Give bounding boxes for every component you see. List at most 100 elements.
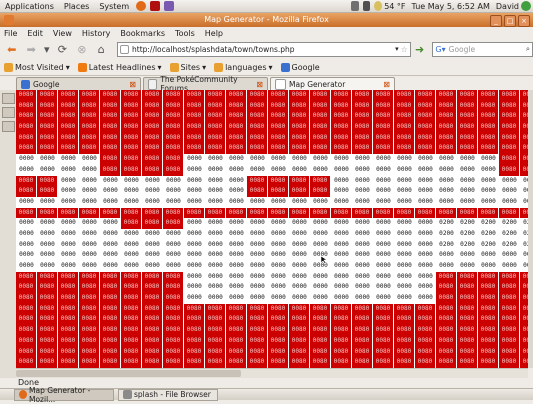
close-tab-icon[interactable]: ⊠ [256, 80, 263, 89]
map-cell: 0000 [352, 293, 373, 304]
window-menu-icon[interactable] [4, 15, 14, 25]
map-cell: 0080 [373, 90, 394, 101]
reload-icon[interactable]: ⟳ [55, 41, 70, 57]
panel-clock[interactable]: Tue May 5, 6:52 AM [412, 2, 490, 11]
map-cell: 0000 [352, 154, 373, 165]
menu-tools[interactable]: Tools [175, 29, 195, 38]
forward-arrow-icon[interactable]: ➡ [23, 41, 38, 57]
search-input[interactable]: G▾ Google ⌕ [432, 41, 533, 57]
map-cell: 0000 [520, 186, 528, 197]
map-cell: 0080 [520, 111, 528, 123]
tab-google[interactable]: Google ⊠ [16, 77, 141, 90]
volume-icon[interactable] [363, 1, 371, 11]
menu-edit[interactable]: Edit [27, 29, 43, 38]
map-cell: 0080 [499, 314, 520, 326]
map-cell: 0000 [163, 196, 184, 208]
top-panel: Applications Places System 54 °F Tue May… [0, 0, 533, 13]
go-arrow-icon[interactable]: ➜ [415, 41, 425, 57]
weather-temperature[interactable]: 54 °F [384, 2, 405, 11]
map-cell: 0080 [310, 314, 331, 326]
map-cell: 0080 [415, 314, 436, 326]
search-icon[interactable]: ⌕ [526, 44, 532, 54]
bookmark-latest-headlines[interactable]: Latest Headlines ▾ [77, 62, 162, 72]
close-window-button[interactable]: × [518, 15, 530, 27]
filezilla-launcher-icon[interactable] [150, 1, 161, 11]
close-tab-icon[interactable]: ⊠ [383, 80, 390, 89]
map-cell: 0080 [163, 271, 184, 283]
menu-view[interactable]: View [53, 29, 72, 38]
map-cell: 0000 [499, 261, 520, 272]
map-cell: 0000 [37, 154, 58, 165]
back-arrow-icon[interactable]: ⬅ [4, 41, 19, 57]
url-text[interactable]: http://localhost/splashdata/town/towns.p… [132, 45, 393, 54]
panel-menu-applications[interactable]: Applications [0, 2, 59, 11]
map-cell: 0080 [184, 132, 205, 144]
history-dropdown-icon[interactable]: ▾ [43, 41, 51, 57]
menu-help[interactable]: Help [205, 29, 223, 38]
url-bar[interactable]: http://localhost/splashdata/town/towns.p… [117, 41, 411, 57]
maximize-button[interactable]: □ [504, 15, 516, 27]
app-launcher-icon[interactable] [164, 1, 175, 11]
bookmark-sites[interactable]: Sites ▾ [169, 62, 206, 72]
bookmark-most-visited[interactable]: Most Visited ▾ [4, 62, 70, 72]
map-cell: 0000 [79, 261, 100, 272]
map-cell: 0080 [226, 325, 247, 336]
map-cell: 0000 [205, 196, 226, 208]
menu-file[interactable]: File [4, 29, 17, 38]
map-cell: 0000 [310, 218, 331, 229]
map-cell: 0080 [79, 335, 100, 347]
map-cell: 0000 [457, 261, 478, 272]
map-cell: 0080 [331, 325, 352, 336]
map-cell: 0080 [37, 293, 58, 304]
map-cell: 0080 [499, 357, 520, 368]
panel-menu-system[interactable]: System [94, 2, 134, 11]
map-cell: 0000 [289, 282, 310, 294]
map-cell: 0080 [16, 207, 37, 219]
panel-user[interactable]: David [496, 2, 519, 11]
taskbar-item-firefox[interactable]: Map Generator - Mozil... [14, 386, 114, 404]
search-engine-icon[interactable]: G▾ [435, 45, 445, 54]
menu-bookmarks[interactable]: Bookmarks [120, 29, 165, 38]
scrollbar-thumb[interactable] [16, 370, 241, 377]
sidebar-tool-icon[interactable] [2, 107, 15, 118]
map-cell: 0080 [310, 335, 331, 347]
tab-map-generator[interactable]: Map Generator ⊠ [270, 77, 395, 90]
bookmark-languages[interactable]: languages ▾ [214, 62, 273, 72]
sidebar-tool-icon[interactable] [2, 93, 15, 104]
map-cell: 0080 [247, 325, 268, 336]
window-titlebar[interactable]: Map Generator - Mozilla Firefox _ □ × [0, 13, 533, 27]
map-cell: 0080 [142, 218, 163, 229]
taskbar-item-file-browser[interactable]: splash - File Browser [118, 388, 218, 401]
map-cell: 0080 [394, 111, 415, 123]
url-dropdown-icon[interactable]: ▾ [393, 45, 401, 53]
map-cell: 0080 [373, 346, 394, 358]
stop-icon[interactable]: ⊗ [74, 41, 89, 57]
map-cell: 0000 [37, 239, 58, 251]
vertical-scrollbar[interactable] [528, 90, 533, 368]
minimize-button[interactable]: _ [490, 15, 502, 27]
network-icon[interactable] [351, 1, 360, 11]
bookmark-star-icon[interactable]: ☆ [401, 45, 410, 54]
map-cell: 0000 [100, 239, 121, 251]
menu-bar: File Edit View History Bookmarks Tools H… [0, 27, 533, 39]
map-cell: 0000 [373, 218, 394, 229]
menu-history[interactable]: History [82, 29, 110, 38]
map-cell: 0080 [37, 111, 58, 123]
map-cell: 0080 [520, 143, 528, 155]
map-cell: 0080 [142, 154, 163, 165]
user-status-icon[interactable] [521, 1, 531, 11]
tab-pokecommunity[interactable]: The PokéCommunity Forums... ⊠ [143, 75, 268, 93]
map-cell: 0000 [415, 218, 436, 229]
map-cell: 0000 [16, 218, 37, 229]
map-cell: 0000 [184, 196, 205, 208]
home-icon[interactable]: ⌂ [94, 41, 109, 57]
sidebar-tool-icon[interactable] [2, 121, 15, 132]
map-cell: 0080 [352, 122, 373, 133]
close-tab-icon[interactable]: ⊠ [129, 80, 136, 89]
map-cell: 0000 [457, 164, 478, 176]
firefox-launcher-icon[interactable] [136, 1, 147, 11]
map-cell: 0080 [457, 111, 478, 123]
map-cell: 0080 [457, 100, 478, 112]
bookmark-google[interactable]: Google [280, 62, 320, 72]
panel-menu-places[interactable]: Places [59, 2, 94, 11]
